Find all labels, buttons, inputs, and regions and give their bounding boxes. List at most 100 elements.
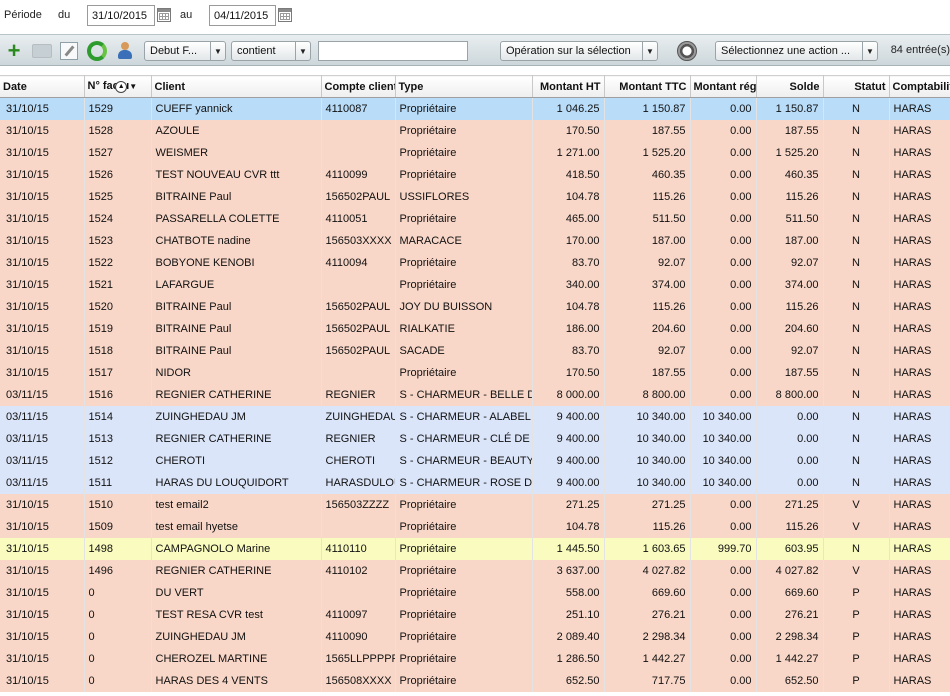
cell-client: DU VERT — [151, 581, 322, 604]
table-header-row: Date N° factu▲ ▼ Client Compte client Typ… — [0, 75, 950, 98]
cell-type: S - CHARMEUR - ROSE D — [395, 471, 533, 494]
cell-client: REGNIER CATHERINE — [151, 427, 322, 450]
chevron-down-icon: ▼ — [862, 42, 877, 60]
action-select[interactable]: Sélectionnez une action ... ▼ — [715, 41, 878, 61]
column-header-accounting[interactable]: Comptabilité — [889, 75, 950, 98]
column-header-status[interactable]: Statut — [823, 75, 890, 98]
cell-amount-paid: 0.00 — [690, 647, 757, 670]
cell-balance: 460.35 — [756, 163, 824, 186]
cell-accounting: HARAS — [889, 427, 950, 450]
cell-client: ZUINGHEDAU JM — [151, 405, 322, 428]
edit-icon[interactable] — [60, 42, 78, 60]
cell-accounting: HARAS — [889, 141, 950, 164]
cell-date: 31/10/15 — [0, 251, 85, 274]
filter-value-input[interactable] — [318, 41, 468, 61]
cell-status: N — [823, 295, 890, 318]
cell-type: USSIFLORES — [395, 185, 533, 208]
cell-invoice-number: 0 — [84, 625, 152, 648]
column-header-type[interactable]: Type — [395, 75, 533, 98]
filter-field-select[interactable]: Debut F... ▼ — [144, 41, 226, 61]
cell-accounting: HARAS — [889, 537, 950, 560]
table-row[interactable]: 31/10/15 1525 BITRAINE Paul 156502PAUL USSIF… — [0, 185, 950, 208]
cell-client-account: 156502PAUL — [321, 317, 396, 340]
table-row[interactable]: 03/11/15 1514 ZUINGHEDAU JM ZUINGHEDAU S - C… — [0, 405, 950, 428]
cell-amount-paid: 0.00 — [690, 163, 757, 186]
table-row[interactable]: 31/10/15 1519 BITRAINE Paul 156502PAUL RIALK… — [0, 317, 950, 340]
cell-client-account: CHEROTI — [321, 449, 396, 472]
filter-operator-select[interactable]: contient ▼ — [231, 41, 311, 61]
cell-balance: 115.26 — [756, 515, 824, 538]
table-row[interactable]: 31/10/15 1510 test email2 156503ZZZZ Proprié… — [0, 493, 950, 516]
table-row[interactable]: 03/11/15 1512 CHEROTI CHEROTI S - CHARMEUR -… — [0, 449, 950, 472]
cell-accounting: HARAS — [889, 383, 950, 406]
table-row[interactable]: 03/11/15 1511 HARAS DU LOUQUIDORT HARASDULO… — [0, 471, 950, 494]
table-row[interactable]: 31/10/15 1523 CHATBOTE nadine 156503XXXX MAR… — [0, 229, 950, 252]
table-row[interactable]: 31/10/15 1526 TEST NOUVEAU CVR ttt 4110099 P… — [0, 163, 950, 186]
cell-accounting: HARAS — [889, 471, 950, 494]
cell-amount-paid: 0.00 — [690, 295, 757, 318]
table-row[interactable]: 31/10/15 0 ZUINGHEDAU JM 4110090 Propriétair… — [0, 625, 950, 648]
cell-balance: 374.00 — [756, 273, 824, 296]
cell-date: 03/11/15 — [0, 383, 85, 406]
cell-balance: 187.00 — [756, 229, 824, 252]
date-from-input[interactable] — [87, 5, 155, 26]
cell-accounting: HARAS — [889, 273, 950, 296]
table-row[interactable]: 31/10/15 1524 PASSARELLA COLETTE 4110051 Pro… — [0, 207, 950, 230]
column-header-client-account[interactable]: Compte client — [321, 75, 396, 98]
add-button[interactable]: + — [4, 40, 24, 62]
table-row[interactable]: 31/10/15 1520 BITRAINE Paul 156502PAUL JOY D… — [0, 295, 950, 318]
cell-balance: 271.25 — [756, 493, 824, 516]
cell-amount-paid: 0.00 — [690, 251, 757, 274]
column-header-amount-paid[interactable]: Montant réglé — [690, 75, 757, 98]
cell-amount-paid: 0.00 — [690, 229, 757, 252]
cell-type: Propriétaire — [395, 581, 533, 604]
table-row[interactable]: 31/10/15 1509 test email hyetse Propriétair… — [0, 515, 950, 538]
cell-invoice-number: 1518 — [84, 339, 152, 362]
cell-invoice-number: 1520 — [84, 295, 152, 318]
cell-type: RIALKATIE — [395, 317, 533, 340]
cell-amount-paid: 0.00 — [690, 603, 757, 626]
date-to-input[interactable] — [209, 5, 276, 26]
cell-client-account — [321, 581, 396, 604]
cell-balance: 4 027.82 — [756, 559, 824, 582]
calendar-icon[interactable] — [278, 8, 292, 22]
cell-status: N — [823, 97, 890, 120]
cell-amount-ht: 8 000.00 — [532, 383, 605, 406]
cell-date: 31/10/15 — [0, 361, 85, 384]
column-header-client[interactable]: Client — [151, 75, 322, 98]
refresh-icon[interactable] — [87, 41, 107, 61]
table-row[interactable]: 31/10/15 1498 CAMPAGNOLO Marine 4110110 Prop… — [0, 537, 950, 560]
table-row[interactable]: 31/10/15 1527 WEISMER Propriétaire 1 271.00 1… — [0, 141, 950, 164]
sort-icon[interactable]: ▲ — [115, 80, 128, 93]
selection-operation-select[interactable]: Opération sur la sélection ▼ — [500, 41, 658, 61]
table-row[interactable]: 31/10/15 1518 BITRAINE Paul 156502PAUL SACAD… — [0, 339, 950, 362]
table-row[interactable]: 31/10/15 0 DU VERT Propriétaire 558.00 669.60… — [0, 581, 950, 604]
column-header-invoice-number[interactable]: N° factu▲ ▼ — [84, 75, 152, 98]
cell-client: LAFARGUE — [151, 273, 322, 296]
cell-amount-ht: 186.00 — [532, 317, 605, 340]
table-row[interactable]: 31/10/15 1521 LAFARGUE Propriétaire 340.00 37… — [0, 273, 950, 296]
user-icon[interactable] — [115, 41, 135, 61]
table-row[interactable]: 31/10/15 1522 BOBYONE KENOBI 4110094 Proprié… — [0, 251, 950, 274]
column-header-date[interactable]: Date — [0, 75, 85, 98]
table-row[interactable]: 31/10/15 1517 NIDOR Propriétaire 170.50 187.5… — [0, 361, 950, 384]
cell-amount-ttc: 115.26 — [604, 185, 691, 208]
table-row[interactable]: 31/10/15 0 TEST RESA CVR test 4110097 Propri… — [0, 603, 950, 626]
table-row[interactable]: 03/11/15 1513 REGNIER CATHERINE REGNIER S - … — [0, 427, 950, 450]
cell-status: N — [823, 471, 890, 494]
search-icon[interactable] — [677, 41, 697, 61]
period-bar: Période du au — [0, 0, 950, 32]
remove-button[interactable] — [32, 44, 52, 58]
column-header-amount-ttc[interactable]: Montant TTC — [604, 75, 691, 98]
cell-amount-ht: 83.70 — [532, 339, 605, 362]
table-row[interactable]: 03/11/15 1516 REGNIER CATHERINE REGNIER S - … — [0, 383, 950, 406]
cell-amount-ht: 1 445.50 — [532, 537, 605, 560]
table-row[interactable]: 31/10/15 1529 CUEFF yannick 4110087 Propriét… — [0, 97, 950, 120]
table-row[interactable]: 31/10/15 0 CHEROZEL MARTINE 1565LLPPPPP Prop… — [0, 647, 950, 670]
column-header-balance[interactable]: Solde — [756, 75, 824, 98]
table-row[interactable]: 31/10/15 1496 REGNIER CATHERINE 4110102 Prop… — [0, 559, 950, 582]
table-row[interactable]: 31/10/15 1528 AZOULE Propriétaire 170.50 187.… — [0, 119, 950, 142]
calendar-icon[interactable] — [157, 8, 171, 22]
table-row[interactable]: 31/10/15 0 HARAS DES 4 VENTS 156508XXXX Prop… — [0, 669, 950, 692]
column-header-amount-ht[interactable]: Montant HT — [532, 75, 605, 98]
